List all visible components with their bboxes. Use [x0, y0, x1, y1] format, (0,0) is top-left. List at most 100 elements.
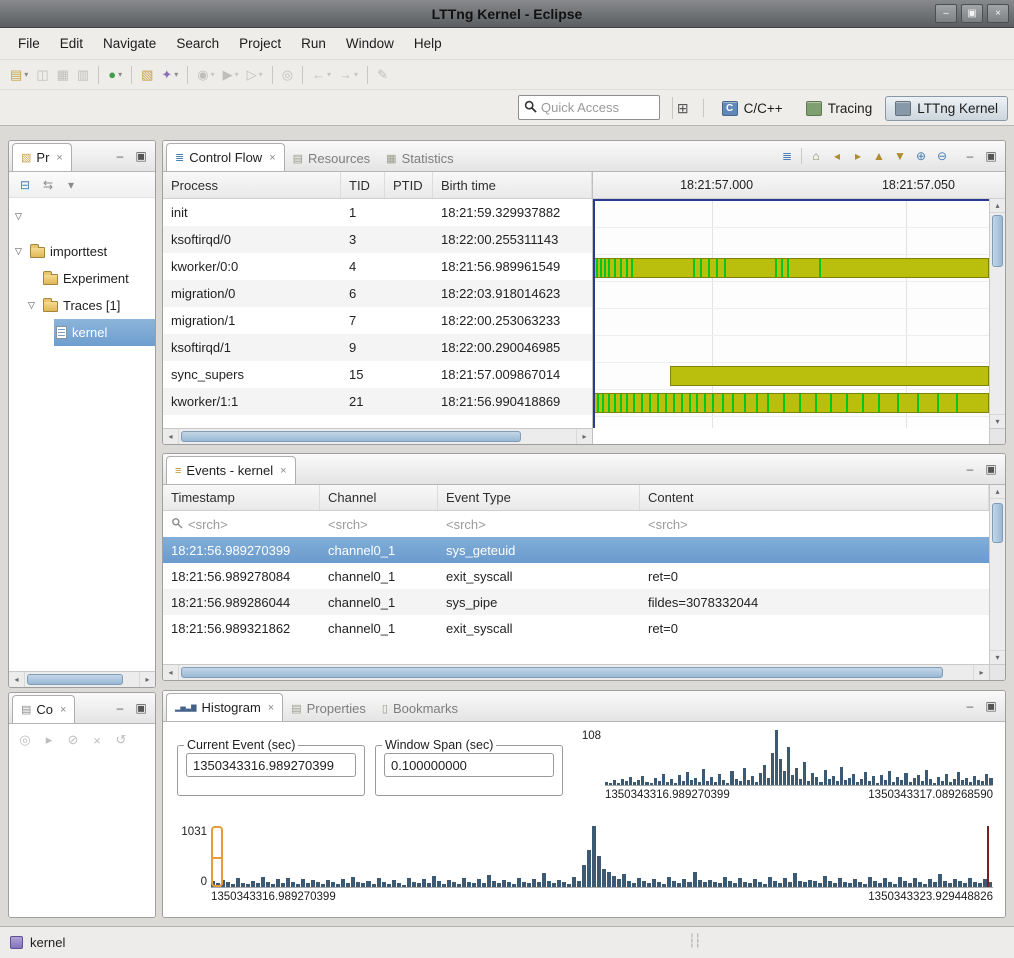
timeline-row[interactable]	[593, 228, 989, 255]
tab-histogram[interactable]: ▂▅▃▇Histogram×	[166, 693, 283, 721]
reset-time-icon[interactable]: ⌂	[809, 149, 823, 163]
scrollbar-thumb[interactable]	[992, 215, 1003, 267]
event-row[interactable]: 18:21:56.989278084channel0_1exit_syscall…	[163, 563, 989, 589]
timeline-row[interactable]	[593, 201, 989, 228]
process-row[interactable]: migration/1718:22:00.253063233	[163, 307, 592, 334]
tab-resources[interactable]: ▤Resources	[285, 145, 379, 171]
tree-item-kernel[interactable]: kernel	[9, 319, 155, 346]
process-row[interactable]: kworker/0:0418:21:56.989961549	[163, 253, 592, 280]
minimize-view-icon[interactable]: –	[963, 149, 977, 163]
scrollbar-thumb[interactable]	[27, 674, 123, 685]
window-span-input[interactable]	[384, 753, 554, 777]
tab-pr[interactable]: ▧Pr×	[12, 143, 72, 171]
vertical-scrollbar[interactable]: ▴ ▾	[989, 485, 1005, 664]
close-icon[interactable]: ×	[280, 465, 286, 477]
maximize-view-icon[interactable]: ▣	[984, 149, 998, 163]
scrollbar-thumb[interactable]	[181, 667, 943, 678]
maximize-view-icon[interactable]: ▣	[984, 462, 998, 476]
window-span-histogram[interactable]: 108 1350343316.989270399 1350343317.0892…	[577, 730, 993, 801]
filter-cell[interactable]: <srch>	[438, 517, 640, 532]
column-header-process[interactable]: Process	[163, 172, 341, 198]
full-trace-histogram[interactable]: 1031 0 1350343316.989270399 1350343323.9…	[177, 826, 993, 903]
scroll-left-icon[interactable]: ◂	[163, 665, 179, 680]
menu-item-window[interactable]: Window	[336, 31, 404, 56]
tree-item-importtest[interactable]: ▽importtest	[9, 238, 155, 265]
column-header-tid[interactable]: TID	[341, 172, 385, 198]
tab-properties[interactable]: ▤Properties	[283, 695, 374, 721]
scrollbar-thumb[interactable]	[992, 503, 1003, 543]
minimize-button[interactable]: –	[935, 4, 957, 23]
menu-item-search[interactable]: Search	[166, 31, 229, 56]
scroll-up-icon[interactable]: ▴	[990, 485, 1005, 499]
maximize-button[interactable]: ▣	[961, 4, 983, 23]
maximize-view-icon[interactable]: ▣	[134, 701, 148, 715]
menu-item-navigate[interactable]: Navigate	[93, 31, 166, 56]
process-row[interactable]: init118:21:59.329937882	[163, 199, 592, 226]
expander-icon[interactable]: ▽	[15, 211, 28, 222]
scroll-right-icon[interactable]: ▸	[576, 429, 592, 444]
scroll-down-icon[interactable]: ▾	[990, 650, 1005, 664]
new-wizard-icon[interactable]: ▤▾	[7, 64, 31, 86]
vertical-scrollbar[interactable]: ▴ ▾	[989, 199, 1005, 428]
process-row[interactable]: ksoftirqd/1918:22:00.290046985	[163, 334, 592, 361]
timeline-row[interactable]	[593, 336, 989, 363]
select-prev-event-icon[interactable]: ◂	[830, 149, 844, 163]
maximize-view-icon[interactable]: ▣	[984, 699, 998, 713]
select-next-event-icon[interactable]: ▸	[851, 149, 865, 163]
tab-events-kernel[interactable]: ≡Events - kernel×	[166, 456, 296, 484]
column-header-birth-time[interactable]: Birth time	[433, 172, 592, 198]
scroll-left-icon[interactable]: ◂	[9, 672, 25, 687]
view-menu-icon[interactable]: ▾	[64, 178, 78, 192]
open-trace-icon[interactable]: ▧	[138, 64, 156, 86]
minimize-view-icon[interactable]: –	[113, 149, 127, 163]
close-icon[interactable]: ×	[60, 704, 66, 716]
collapse-all-icon[interactable]: ⊟	[18, 178, 32, 192]
maximize-view-icon[interactable]: ▣	[134, 149, 148, 163]
menu-item-file[interactable]: File	[8, 31, 50, 56]
tree-item-traces-1[interactable]: ▽Traces [1]	[9, 292, 155, 319]
menu-item-project[interactable]: Project	[229, 31, 291, 56]
minimize-view-icon[interactable]: –	[963, 462, 977, 476]
column-header-channel[interactable]: Channel	[320, 485, 438, 510]
close-icon[interactable]: ×	[269, 152, 275, 164]
expander-icon[interactable]: ▽	[28, 300, 41, 311]
horizontal-scrollbar[interactable]: ◂ ▸	[163, 428, 592, 444]
perspective-c-c[interactable]: CC/C++	[712, 96, 793, 121]
tab-statistics[interactable]: ▦Statistics	[378, 145, 461, 171]
column-header-ptid[interactable]: PTID	[385, 172, 433, 198]
new-connection-icon[interactable]: ●▾	[105, 64, 125, 86]
event-row[interactable]: 18:21:56.989321862channel0_1exit_syscall…	[163, 615, 989, 641]
tab-co[interactable]: ▤Co×	[12, 695, 75, 723]
show-legend-icon[interactable]: ≣	[780, 149, 794, 163]
zoom-in-icon[interactable]: ⊕	[914, 149, 928, 163]
up-icon[interactable]: ▲	[872, 149, 886, 163]
column-header-content[interactable]: Content	[640, 485, 989, 510]
tree-item[interactable]: ▽	[9, 203, 155, 230]
timeline-row[interactable]	[593, 363, 989, 390]
close-button[interactable]: ×	[987, 4, 1009, 23]
event-row[interactable]: 18:21:56.989286044channel0_1sys_pipefild…	[163, 589, 989, 615]
scrollbar-thumb[interactable]	[181, 431, 521, 442]
timeline-row[interactable]	[593, 309, 989, 336]
link-with-editor-icon[interactable]: ⇆	[41, 178, 55, 192]
process-row[interactable]: kworker/1:12118:21:56.990418869	[163, 388, 592, 415]
filter-cell[interactable]: <srch>	[640, 517, 989, 532]
column-header-timestamp[interactable]: Timestamp	[163, 485, 320, 510]
menu-item-run[interactable]: Run	[291, 31, 336, 56]
timeline-row[interactable]	[593, 282, 989, 309]
tree-item-experiment[interactable]: Experiment	[9, 265, 155, 292]
timeline-row[interactable]	[593, 255, 989, 282]
filter-cell[interactable]: <srch>	[163, 517, 320, 532]
expander-icon[interactable]: ▽	[15, 246, 28, 257]
tab-control-flow[interactable]: ≣Control Flow×	[166, 143, 285, 171]
status-grip[interactable]: ┆┆	[688, 933, 700, 949]
column-header-event-type[interactable]: Event Type	[438, 485, 640, 510]
scroll-up-icon[interactable]: ▴	[990, 199, 1005, 213]
minimize-view-icon[interactable]: –	[963, 699, 977, 713]
scroll-right-icon[interactable]: ▸	[973, 665, 989, 680]
current-event-input[interactable]	[186, 753, 356, 777]
close-icon[interactable]: ×	[268, 702, 274, 714]
timeline-chart[interactable]: 18:21:57.00018:21:57.050 ▴ ▾ ◂ ▸	[593, 172, 1005, 444]
timeline-row[interactable]	[593, 390, 989, 417]
perspective-tracing[interactable]: Tracing	[796, 96, 883, 121]
